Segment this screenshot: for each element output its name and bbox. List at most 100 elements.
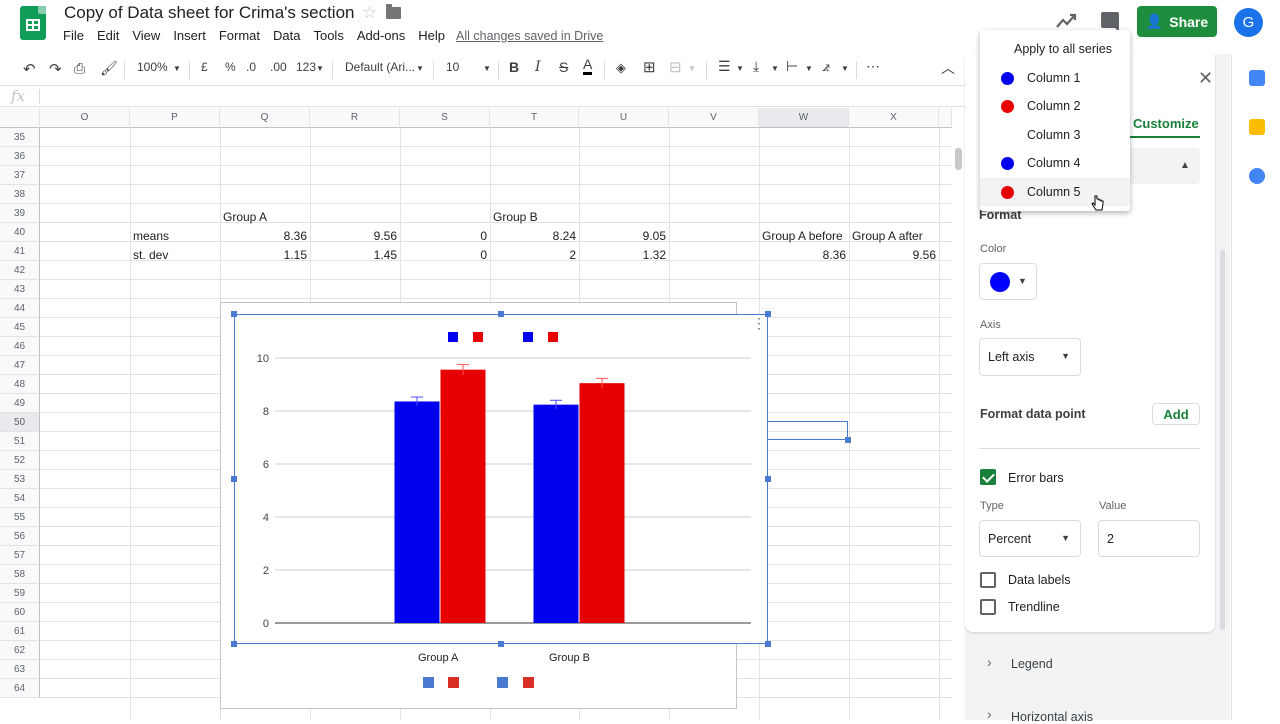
panel-scrollbar[interactable]	[1220, 250, 1225, 630]
row-header-61[interactable]: 61	[0, 622, 40, 641]
chevron-right-icon[interactable]: ›	[987, 654, 992, 670]
series-option-column-3[interactable]: Column 3	[980, 121, 1130, 149]
series-option-column-2[interactable]: Column 2	[980, 92, 1130, 120]
currency-button[interactable]: £	[201, 60, 208, 74]
percent-button[interactable]: %	[225, 60, 236, 74]
resize-handle-l[interactable]	[231, 476, 237, 482]
resize-handle-br[interactable]	[765, 641, 771, 647]
row-header-62[interactable]: 62	[0, 641, 40, 660]
text-color-button[interactable]: A	[583, 57, 593, 75]
fill-handle[interactable]	[845, 437, 851, 443]
row-header-42[interactable]: 42	[0, 261, 40, 280]
zoom-caret-icon[interactable]: ▼	[173, 64, 181, 73]
increase-decimal-button[interactable]: .00	[270, 60, 287, 74]
more-formats-button[interactable]: 123	[296, 60, 316, 74]
more-icon[interactable]: ⋯	[866, 58, 880, 75]
explore-trend-icon[interactable]	[1055, 10, 1077, 32]
collapse-chevron-up-icon[interactable]: ︿	[941, 58, 955, 78]
star-icon[interactable]: ☆	[362, 3, 377, 23]
data-labels-checkbox[interactable]	[980, 572, 996, 588]
menu-tools[interactable]: Tools	[313, 28, 343, 46]
valign-caret-icon[interactable]: ▼	[771, 64, 779, 73]
more-formats-caret-icon[interactable]: ▼	[316, 64, 324, 73]
row-header-46[interactable]: 46	[0, 337, 40, 356]
calendar-icon[interactable]	[1249, 70, 1265, 86]
resize-handle-b[interactable]	[498, 641, 504, 647]
undo-icon[interactable]: ↶	[23, 60, 36, 78]
bold-button[interactable]: B	[509, 59, 519, 75]
fill-color-icon[interactable]: ◈	[616, 60, 626, 76]
row-header-45[interactable]: 45	[0, 318, 40, 337]
italic-button[interactable]: I	[535, 59, 541, 75]
font-select[interactable]: Default (Ari...	[345, 60, 415, 74]
menu-data[interactable]: Data	[273, 28, 300, 46]
row-header-41[interactable]: 41	[0, 242, 40, 261]
row-header-38[interactable]: 38	[0, 185, 40, 204]
col-header-t[interactable]: T	[490, 108, 579, 128]
valign-bottom-icon[interactable]: ⤓	[753, 58, 759, 75]
col-header-s[interactable]: S	[400, 108, 490, 128]
tab-customize[interactable]: Customize	[1133, 116, 1199, 131]
resize-handle-t[interactable]	[498, 311, 504, 317]
series-option-column-5[interactable]: Column 5	[980, 178, 1130, 206]
text-rotate-icon[interactable]: ⦨	[822, 58, 830, 75]
row-header-37[interactable]: 37	[0, 166, 40, 185]
menu-insert[interactable]: Insert	[173, 28, 206, 46]
row-header-64[interactable]: 64	[0, 679, 40, 698]
halign-caret-icon[interactable]: ▼	[736, 64, 744, 73]
align-left-icon[interactable]: ☰	[718, 58, 731, 75]
folder-icon[interactable]	[386, 4, 401, 19]
row-header-52[interactable]: 52	[0, 451, 40, 470]
row-header-63[interactable]: 63	[0, 660, 40, 679]
row-header-55[interactable]: 55	[0, 508, 40, 527]
legend-section[interactable]: Legend	[1011, 657, 1053, 671]
comment-icon[interactable]	[1101, 12, 1119, 32]
borders-icon[interactable]: ⊞	[643, 58, 656, 76]
row-header-44[interactable]: 44	[0, 299, 40, 318]
row-header-43[interactable]: 43	[0, 280, 40, 299]
redo-icon[interactable]: ↷	[49, 60, 62, 78]
axis-select[interactable]: Left axis ▼	[979, 338, 1081, 376]
grid-vertical-scrollbar[interactable]	[955, 148, 962, 170]
col-header-u[interactable]: U	[579, 108, 669, 128]
caret-up-icon[interactable]: ▲	[1180, 160, 1190, 171]
chart-menu-icon[interactable]: ⋮	[752, 316, 766, 330]
strikethrough-button[interactable]: S	[559, 59, 568, 75]
menu-edit[interactable]: Edit	[97, 28, 119, 46]
row-header-51[interactable]: 51	[0, 432, 40, 451]
keep-icon[interactable]	[1249, 119, 1265, 135]
zoom-select[interactable]: 100%	[137, 60, 168, 74]
series-option-column-4[interactable]: Column 4	[980, 149, 1130, 177]
paint-format-icon[interactable]: 🖌	[100, 60, 118, 77]
merge-cells-icon[interactable]: ⊟	[669, 58, 682, 76]
horizontal-axis-section[interactable]: Horizontal axis	[1011, 710, 1093, 724]
menu-format[interactable]: Format	[219, 28, 260, 46]
chart-selected-frame[interactable]: 0 2 4 6 8 10	[234, 314, 768, 644]
series-option-column-1[interactable]: Column 1	[980, 64, 1130, 92]
formula-bar[interactable]: fx	[0, 85, 965, 107]
select-all-corner[interactable]	[0, 108, 40, 128]
row-header-40[interactable]: 40	[0, 223, 40, 242]
col-header-x[interactable]: X	[849, 108, 939, 128]
share-button[interactable]: 👤 Share	[1137, 6, 1217, 37]
merge-caret-icon[interactable]: ▼	[688, 64, 696, 73]
selected-cell-w50[interactable]	[767, 421, 848, 440]
error-bars-checkbox[interactable]	[980, 469, 996, 485]
row-header-56[interactable]: 56	[0, 527, 40, 546]
col-header-w[interactable]: W	[759, 108, 849, 128]
row-header-58[interactable]: 58	[0, 565, 40, 584]
row-header-57[interactable]: 57	[0, 546, 40, 565]
row-header-47[interactable]: 47	[0, 356, 40, 375]
menu-file[interactable]: File	[63, 28, 84, 46]
text-wrap-icon[interactable]: ⊢	[786, 58, 798, 75]
saved-status[interactable]: All changes saved in Drive	[456, 29, 603, 43]
row-header-59[interactable]: 59	[0, 584, 40, 603]
menu-help[interactable]: Help	[418, 28, 445, 46]
row-header-35[interactable]: 35	[0, 128, 40, 147]
doc-title[interactable]: Copy of Data sheet for Crima's section	[64, 3, 354, 23]
rotate-caret-icon[interactable]: ▼	[841, 64, 849, 73]
font-size-caret-icon[interactable]: ▼	[483, 64, 491, 73]
row-header-49[interactable]: 49	[0, 394, 40, 413]
menu-view[interactable]: View	[132, 28, 160, 46]
col-header-r[interactable]: R	[310, 108, 400, 128]
